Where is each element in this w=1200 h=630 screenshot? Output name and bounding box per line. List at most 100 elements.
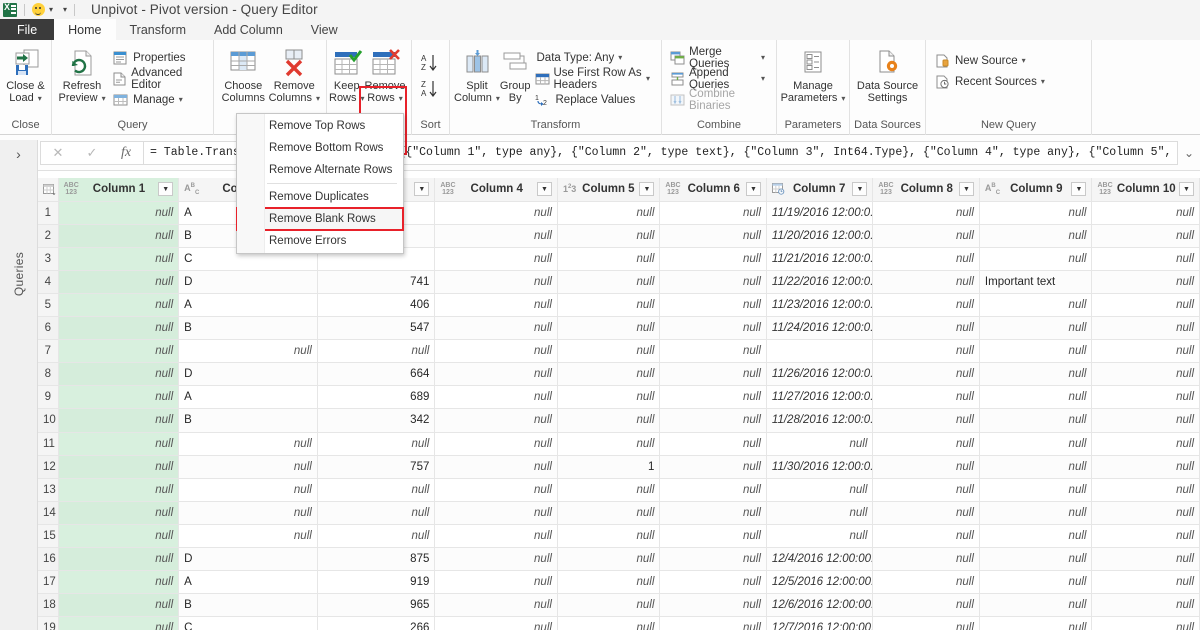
table-cell[interactable]: null	[872, 362, 980, 387]
table-cell[interactable]: null	[317, 432, 436, 456]
table-cell[interactable]: null	[766, 432, 874, 456]
chevron-down-icon[interactable]: ⌄	[1178, 146, 1200, 160]
table-cell[interactable]: null	[1091, 501, 1200, 525]
table-cell[interactable]: 406	[317, 293, 436, 318]
table-cell[interactable]: null	[872, 524, 980, 549]
table-cell[interactable]: 12/7/2016 12:00:00...	[766, 616, 874, 630]
use-first-row-as-headers-button[interactable]: Use First Row As Headers ▾	[535, 67, 656, 91]
table-cell[interactable]: null	[872, 570, 980, 595]
table-cell[interactable]: null	[979, 570, 1093, 595]
table-cell[interactable]: null	[557, 501, 661, 525]
table-cell[interactable]: null	[1091, 316, 1200, 341]
table-cell[interactable]: null	[58, 247, 180, 271]
table-cell[interactable]: null	[58, 616, 180, 630]
row-number[interactable]: 15	[38, 524, 59, 549]
chevron-down-icon[interactable]: ▾	[1022, 56, 1026, 65]
data-grid[interactable]: ABC123Column 1▼ABCColumn 2▼Column 3▼ABC1…	[38, 178, 1200, 630]
chevron-down-icon[interactable]: ▾	[841, 94, 845, 103]
table-cell[interactable]: null	[557, 201, 661, 225]
table-cell[interactable]: null	[434, 247, 558, 271]
table-cell[interactable]: 11/24/2016 12:00:0...	[766, 316, 874, 341]
table-cell[interactable]: null	[317, 501, 436, 525]
table-cell[interactable]: null	[1091, 270, 1200, 294]
table-cell[interactable]: null	[1091, 524, 1200, 549]
group-by-button[interactable]: Group By	[500, 44, 531, 104]
table-cell[interactable]: null	[434, 547, 558, 572]
chevron-down-icon[interactable]: ▾	[179, 95, 183, 104]
table-cell[interactable]: null	[1091, 201, 1200, 225]
table-cell[interactable]: null	[557, 224, 661, 248]
table-cell[interactable]: null	[766, 501, 874, 525]
table-cell[interactable]: null	[979, 616, 1093, 630]
table-cell[interactable]: null	[659, 616, 767, 630]
row-number[interactable]: 6	[38, 316, 59, 341]
overflow-caret-icon[interactable]: ▾	[63, 5, 67, 14]
sort-ascending-button[interactable]: AZ	[421, 50, 447, 76]
table-cell[interactable]: null	[979, 362, 1093, 387]
row-number[interactable]: 17	[38, 570, 59, 595]
close-and-load-button[interactable]: Close & Load ▾	[6, 44, 45, 105]
table-cell[interactable]: null	[766, 478, 874, 502]
table-cell[interactable]: null	[1091, 362, 1200, 387]
table-cell[interactable]: null	[434, 478, 558, 502]
row-number[interactable]: 14	[38, 501, 59, 525]
remove-columns-button[interactable]: Remove Columns ▾	[269, 44, 320, 105]
table-cell[interactable]: B	[178, 593, 318, 618]
table-cell[interactable]: null	[659, 316, 767, 341]
table-cell[interactable]: 11/21/2016 12:00:0...	[766, 247, 874, 271]
row-number[interactable]: 1	[38, 201, 59, 225]
table-cell[interactable]: null	[979, 316, 1093, 341]
table-row[interactable]: 1 null Anull null null 11/19/2016 12:00:0... n…	[38, 201, 1200, 225]
table-cell[interactable]: null	[557, 570, 661, 595]
row-number[interactable]: 11	[38, 432, 59, 456]
table-cell[interactable]: null	[659, 432, 767, 456]
table-cell[interactable]: null	[434, 455, 558, 479]
table-cell[interactable]: null	[659, 478, 767, 502]
table-row[interactable]: 12 null null 757 null 1 null 11/30/2016 12:00:0…	[38, 455, 1200, 479]
table-cell[interactable]: null	[1091, 339, 1200, 364]
table-cell[interactable]: null	[766, 524, 874, 549]
table-cell[interactable]: null	[58, 408, 180, 433]
table-cell[interactable]: null	[178, 501, 318, 525]
table-cell[interactable]: null	[58, 524, 180, 549]
table-row[interactable]: 16 null D 875 null null null 12/4/2016 12:00:00…	[38, 547, 1200, 572]
table-cell[interactable]: null	[1091, 432, 1200, 456]
table-cell[interactable]: null	[979, 201, 1093, 225]
table-cell[interactable]: 11/20/2016 12:00:0...	[766, 224, 874, 248]
column-filter-button-5[interactable]: ▼	[639, 182, 655, 197]
table-cell[interactable]: null	[58, 385, 180, 410]
remove-rows-dropdown-menu[interactable]: Remove Top Rows Remove Bottom Rows Remove …	[236, 113, 404, 254]
table-cell[interactable]: null	[178, 478, 318, 502]
table-cell[interactable]: null	[659, 593, 767, 618]
tab-home[interactable]: Home	[54, 19, 116, 40]
table-cell[interactable]: 547	[317, 316, 436, 341]
chevron-down-icon[interactable]: ▾	[399, 94, 403, 103]
manage-parameters-button[interactable]: Manage Parameters ▾	[781, 44, 845, 105]
table-cell[interactable]: null	[979, 593, 1093, 618]
table-cell[interactable]: null	[557, 408, 661, 433]
table-cell[interactable]: Important text	[979, 270, 1093, 294]
table-cell[interactable]: null	[659, 385, 767, 410]
column-filter-button-9[interactable]: ▼	[1071, 182, 1087, 197]
table-cell[interactable]: null	[979, 293, 1093, 318]
table-row[interactable]: 2 null Bnull null null 11/20/2016 12:00:0... n…	[38, 224, 1200, 248]
table-row[interactable]: 8 null D 664 null null null 11/26/2016 12:00:0.…	[38, 362, 1200, 387]
table-cell[interactable]: B	[178, 316, 318, 341]
table-cell[interactable]: null	[434, 408, 558, 433]
table-row[interactable]: 14 null null null null null null null null null nu…	[38, 501, 1200, 525]
row-number[interactable]: 13	[38, 478, 59, 502]
table-cell[interactable]: null	[1091, 408, 1200, 433]
table-cell[interactable]: null	[979, 339, 1093, 364]
column-header-5[interactable]: 123 Column 5 ▼	[557, 178, 661, 202]
row-number[interactable]: 12	[38, 455, 59, 479]
data-type-button[interactable]: Data Type: Any ▾	[535, 47, 656, 68]
append-queries-button[interactable]: Append Queries ▾	[670, 67, 770, 91]
table-cell[interactable]: D	[178, 362, 318, 387]
table-cell[interactable]: null	[557, 316, 661, 341]
row-number[interactable]: 5	[38, 293, 59, 318]
row-number[interactable]: 9	[38, 385, 59, 410]
table-cell[interactable]: null	[1091, 570, 1200, 595]
table-cell[interactable]: B	[178, 408, 318, 433]
column-filter-button-10[interactable]: ▼	[1179, 182, 1194, 197]
table-cell[interactable]: null	[872, 501, 980, 525]
